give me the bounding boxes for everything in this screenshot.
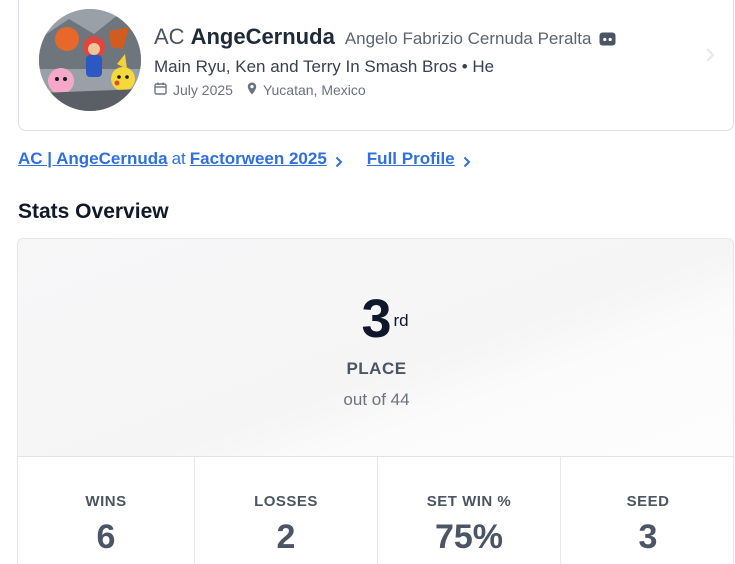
chevron-right-icon: [463, 153, 471, 168]
placement-suffix: rd: [393, 311, 409, 330]
event-link[interactable]: Factorween 2025: [190, 149, 327, 169]
stat-value: 3: [638, 518, 658, 556]
full-profile-link[interactable]: Full Profile: [367, 149, 455, 169]
at-text: at: [171, 149, 186, 168]
stats-panel: 3rd PLACE out of 44 WINS 6 LOSSES 2 SET …: [17, 238, 734, 564]
event-player-link[interactable]: AC | AngeCernuda: [18, 149, 168, 169]
placement-number: 3rd: [361, 289, 408, 349]
chevron-right-icon: [335, 153, 343, 168]
stat-set-win-percent: SET WIN % 75%: [377, 457, 560, 564]
stat-value: 2: [276, 518, 296, 556]
calendar-icon: [154, 82, 167, 98]
chevron-right-icon: [705, 47, 715, 63]
placement-total: out of 44: [343, 390, 410, 409]
stat-value: 6: [96, 518, 116, 556]
player-profile-card[interactable]: AC AngeCernuda Angelo Fabrizio Cernuda P…: [18, 0, 734, 131]
placement-display: 3rd: [18, 289, 733, 349]
avatar: [39, 9, 141, 111]
location: Yucatan, Mexico: [262, 82, 366, 98]
placement-label: PLACE: [346, 359, 407, 378]
player-bio: Main Ryu, Ken and Terry In Smash Bros • …: [154, 57, 495, 76]
stat-label: SEED: [626, 493, 670, 510]
real-name: Angelo Fabrizio Cernuda Peralta: [344, 29, 592, 48]
stat-seed: SEED 3: [560, 457, 733, 564]
location-pin-icon: [247, 82, 257, 98]
gamertag: AngeCernuda: [190, 24, 335, 49]
stat-value: 75%: [434, 518, 504, 556]
stats-overview-heading: Stats Overview: [18, 200, 169, 223]
stat-label: WINS: [85, 493, 127, 510]
avatar-artwork: [39, 9, 141, 111]
sponsor-prefix: AC: [154, 24, 185, 49]
discord-icon[interactable]: [599, 32, 616, 46]
stat-wins: WINS 6: [18, 457, 194, 564]
placement-value: 3: [361, 289, 392, 349]
stat-label: SET WIN %: [426, 493, 512, 510]
join-date: July 2025: [173, 82, 233, 98]
stats-row: WINS 6 LOSSES 2 SET WIN % 75% SEED 3: [18, 456, 733, 564]
stat-losses: LOSSES 2: [194, 457, 377, 564]
stat-label: LOSSES: [254, 493, 318, 510]
